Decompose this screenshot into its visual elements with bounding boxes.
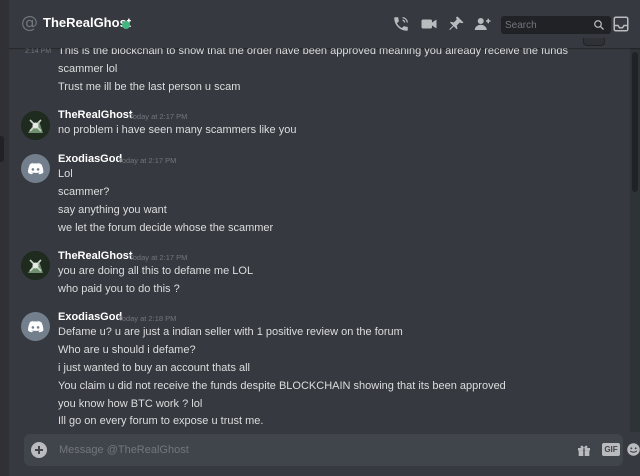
- channel-header: @ TheRealGhost: [9, 0, 640, 48]
- jump-to-present-tab[interactable]: [583, 38, 605, 46]
- message-text: Defame u? u are just a indian seller wit…: [58, 326, 403, 338]
- message-time: Today at 2:17 PM: [129, 112, 188, 121]
- message-text: Lol: [58, 168, 73, 180]
- search-input[interactable]: [505, 17, 585, 33]
- message-time: Today at 2:17 PM: [118, 156, 177, 165]
- gift-icon[interactable]: [576, 442, 592, 458]
- avatar[interactable]: [21, 111, 50, 140]
- pin-icon[interactable]: [447, 15, 465, 33]
- message-time: Today at 2:17 PM: [129, 253, 188, 262]
- video-icon[interactable]: [420, 15, 438, 33]
- inbox-icon[interactable]: [612, 15, 630, 33]
- scrollbar-thumb[interactable]: [632, 52, 638, 192]
- message-composer: GIF: [24, 434, 640, 466]
- search-icon: [594, 20, 604, 30]
- message-text: Trust me ill be the last person u scam: [58, 81, 241, 93]
- channel-title: TheRealGhost: [43, 15, 132, 30]
- search-box[interactable]: [501, 16, 611, 34]
- ghost-avatar-icon: [21, 111, 50, 140]
- collapse-handle[interactable]: [0, 136, 4, 162]
- emoji-icon[interactable]: [626, 442, 640, 457]
- message-input[interactable]: [59, 441, 509, 459]
- message-text: no problem i have seen many scammers lik…: [58, 124, 297, 136]
- message-text: you know how BTC work ? lol: [58, 398, 203, 410]
- message-text: Ill go on every forum to expose u trust …: [58, 415, 264, 427]
- avatar[interactable]: [21, 251, 50, 280]
- ghost-avatar-icon: [21, 251, 50, 280]
- online-status-badge: [122, 21, 130, 29]
- message-text: say anything you want: [58, 204, 167, 216]
- message-text: we let the forum decide whose the scamme…: [58, 222, 274, 234]
- add-attachment-icon[interactable]: [31, 442, 47, 458]
- server-list-edge: [0, 0, 9, 476]
- discord-logo-icon: [27, 162, 44, 175]
- avatar[interactable]: [21, 312, 50, 341]
- message-timestamp: 2:14 PM: [25, 48, 52, 55]
- message-time: Today at 2:18 PM: [118, 314, 177, 323]
- message-list: 2:14 PM This is the blockchain to show t…: [9, 48, 632, 432]
- message-text: you are doing all this to defame me LOL: [58, 265, 254, 277]
- message-text: Who are u should i defame?: [58, 344, 196, 356]
- message-text: who paid you to do this ?: [58, 283, 180, 295]
- gif-icon[interactable]: GIF: [602, 443, 620, 456]
- avatar[interactable]: [21, 154, 50, 183]
- message-scrollbar[interactable]: [630, 48, 640, 432]
- message-text: i just wanted to buy an account thats al…: [58, 362, 251, 374]
- message-author[interactable]: TheRealGhost: [58, 109, 133, 121]
- call-icon[interactable]: [392, 15, 410, 33]
- message-author[interactable]: ExodiasGod: [58, 311, 122, 323]
- message-author[interactable]: TheRealGhost: [58, 250, 133, 262]
- message-author[interactable]: ExodiasGod: [58, 153, 122, 165]
- bottom-spacer: [9, 466, 640, 476]
- message-text: scammer?: [58, 186, 110, 198]
- message-text: This is the blockchain to show that the …: [58, 48, 568, 57]
- discord-logo-icon: [27, 320, 44, 333]
- message-text: scammer lol: [58, 63, 118, 75]
- add-friend-icon[interactable]: [474, 15, 492, 33]
- message-text: You claim u did not receive the funds de…: [58, 380, 506, 392]
- at-icon: @: [21, 13, 38, 33]
